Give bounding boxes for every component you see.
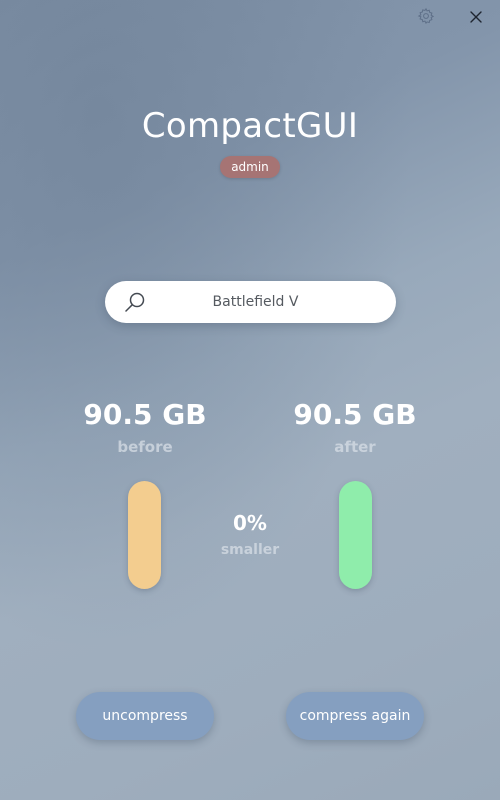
after-size-bar bbox=[339, 481, 372, 589]
savings-label: smaller bbox=[220, 542, 280, 558]
close-button[interactable] bbox=[464, 6, 488, 30]
close-icon bbox=[469, 9, 483, 28]
savings-percent: 0% bbox=[233, 511, 267, 535]
gear-icon bbox=[417, 7, 435, 29]
before-size-label: before bbox=[117, 438, 173, 456]
search-icon bbox=[123, 290, 147, 314]
compress-again-button[interactable]: compress again bbox=[286, 692, 424, 740]
app-title: CompactGUI bbox=[141, 106, 359, 146]
search-value: Battlefield V bbox=[212, 294, 299, 310]
settings-button[interactable] bbox=[414, 6, 438, 30]
after-size-label: after bbox=[334, 438, 376, 456]
search-input[interactable]: Battlefield V bbox=[105, 281, 396, 323]
admin-badge: admin bbox=[220, 156, 280, 178]
after-size-value: 90.5 GB bbox=[293, 398, 417, 431]
before-size-value: 90.5 GB bbox=[83, 398, 207, 431]
before-size-bar bbox=[128, 481, 161, 589]
uncompress-button[interactable]: uncompress bbox=[76, 692, 214, 740]
app-window: CompactGUI admin Battlefield V 90.5 GB b… bbox=[0, 0, 500, 800]
